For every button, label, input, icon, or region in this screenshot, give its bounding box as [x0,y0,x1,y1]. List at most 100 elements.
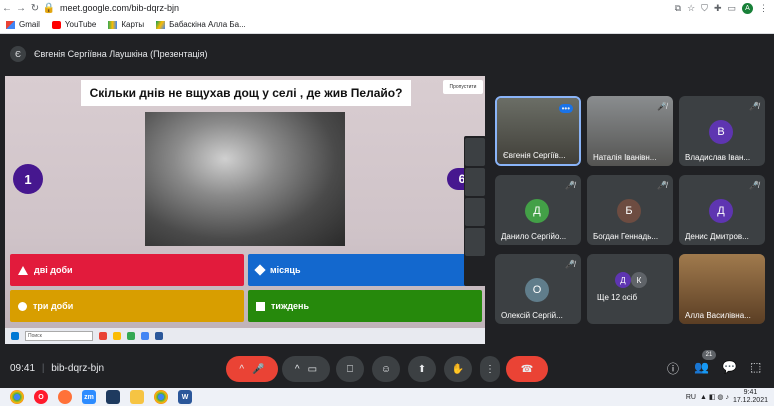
folder-icon[interactable] [130,390,144,404]
menu-kebab-icon[interactable]: ⋮ [759,3,768,14]
people-icon[interactable]: 👥 [694,360,709,374]
participant-tile[interactable]: 🎤̸ Б Богдан Геннадь... [587,175,673,245]
url-field[interactable]: meet.google.com/bib-dqrz-bjn [60,3,179,13]
bookmark-gmail[interactable]: Gmail [6,20,40,29]
chrome-icon[interactable] [10,390,24,404]
square-icon [256,301,265,311]
profile-avatar[interactable]: A [742,2,753,14]
browser-actions: ⧉ ☆ ⛉ ✚ ▭ A ⋮ [675,2,774,14]
youtube-icon [51,20,61,29]
mini-tile [465,228,485,256]
participant-name: Владислав Іван... [685,153,751,162]
participant-tile[interactable]: 🎤̸ Д Денис Дмитров... [679,175,765,245]
mic-toggle-button[interactable]: ^ 🎤 [226,356,278,382]
reload-icon[interactable]: ↻ [28,1,42,15]
chrome-icon[interactable] [154,390,168,404]
clock[interactable]: 9:41 17.12.2021 [733,389,768,405]
more-options-icon[interactable]: ••• [558,104,573,113]
firefox-icon[interactable] [58,390,72,404]
activities-icon[interactable]: ⬚ [750,360,761,374]
extension-shield-icon[interactable]: ⛉ [701,3,708,14]
participant-tile[interactable]: 🎤̸ Д Данило Сергійо... [495,175,581,245]
avatar: О [525,278,549,302]
participant-name: Євгенія Сергіїв... [503,151,566,160]
app-icon [113,332,121,340]
mini-tile [465,168,485,196]
chevron-up-icon[interactable]: ^ [239,364,244,375]
more-participants-label: Ще 12 осіб [597,293,638,302]
word-icon[interactable]: W [178,390,192,404]
bookmark-drive[interactable]: Бабаскіна Алла Ба... [156,20,246,29]
star-icon[interactable]: ☆ [687,3,695,14]
address-bar-row: ← → ↻ 🔒 meet.google.com/bib-dqrz-bjn ⧉ ☆… [0,0,774,16]
reactions-button[interactable]: ☺ [372,356,400,382]
avatar: Д [615,272,631,288]
sidepanel-icon[interactable]: ▭ [727,3,736,14]
bookmark-youtube[interactable]: YouTube [51,20,96,29]
os-taskbar: O zm W RU ▲ ◧ ◍ ♪ 9:41 17.12.2021 [0,388,774,406]
hang-up-icon: ☎ [520,363,534,375]
quiz-question: Скільки днів не вщухав дощ у селі , де ж… [81,80,411,106]
chat-icon[interactable]: 💬 [722,360,737,374]
camera-toggle-button[interactable]: ^ ▭ [282,356,330,382]
participant-name: Наталія Іванівн... [593,153,657,162]
mini-tile [465,198,485,226]
present-button[interactable]: ⬆ [408,356,436,382]
participant-tile[interactable]: 🎤̸ Наталія Іванівн... [587,96,673,166]
browser-chrome: ← → ↻ 🔒 meet.google.com/bib-dqrz-bjn ⧉ ☆… [0,0,774,34]
drive-icon [156,20,166,29]
participant-tile[interactable]: ••• Євгенія Сергіїв... [495,96,581,166]
mic-off-icon: 🎤̸ [749,181,759,190]
chevron-up-icon[interactable]: ^ [295,364,300,375]
answer-label: три доби [33,301,74,311]
answer-option-3[interactable]: три доби [10,290,244,322]
present-icon: ⬆ [417,363,427,375]
diamond-icon [254,264,266,276]
skip-button[interactable]: Пропустити [443,80,483,94]
app-icon [141,332,149,340]
more-vert-icon: ⋮ [485,363,495,375]
participant-tile[interactable]: 🎤̸ В Владислав Іван... [679,96,765,166]
more-participants-tile[interactable]: Д К Ще 12 осіб [587,254,673,324]
back-icon[interactable]: ← [0,1,14,15]
answer-label: місяць [270,265,301,275]
gmail-icon [6,20,15,29]
mic-off-icon: 🎤̸ [749,102,759,111]
shared-screen: Скільки днів не вщухав дощ у селі , де ж… [5,76,485,344]
mini-search-field: Поиск [25,331,93,341]
zoom-icon[interactable]: zm [82,390,96,404]
storm-image [145,112,345,246]
tray-icons[interactable]: ▲ ◧ ◍ ♪ [700,393,729,401]
bookmarks-bar: Gmail YouTube Карты Бабаскіна Алла Ба... [0,16,774,34]
opera-icon[interactable]: O [34,390,48,404]
mic-off-icon: 🎤̸ [565,260,575,269]
forward-icon[interactable]: → [14,1,28,15]
avatar: К [631,272,647,288]
language-indicator[interactable]: RU [686,394,696,401]
captions-button[interactable]: ⎕ [336,356,364,382]
answer-option-1[interactable]: дві доби [10,254,244,286]
bookmark-maps[interactable]: Карты [108,20,144,29]
maps-icon [108,20,118,29]
meeting-controls: 09:41 | bib-dqrz-bjn ^ 🎤 ^ ▭ ⎕ ☺ ⬆ ✋ ⋮ ☎… [0,348,774,388]
app-icon[interactable] [106,390,120,404]
participant-name: Алла Василівна... [685,311,751,320]
shared-screen-taskbar: Поиск [5,328,485,344]
participant-name: Денис Дмитров... [685,232,749,241]
info-icon[interactable]: ⓘ [667,360,679,377]
participant-tile[interactable]: Алла Василівна... [679,254,765,324]
puzzle-icon[interactable]: ✚ [714,3,722,14]
leave-call-button[interactable]: ☎ [506,356,548,382]
answer-option-2[interactable]: місяць [248,254,482,286]
answer-option-4[interactable]: тиждень [248,290,482,322]
participant-name: Богдан Геннадь... [593,232,659,241]
answer-label: тиждень [271,301,310,311]
participant-tile[interactable]: 🎤̸ О Олексій Сергій... [495,254,581,324]
more-options-button[interactable]: ⋮ [480,356,500,382]
mini-participants-strip [464,136,485,286]
mic-off-icon: 🎤̸ [657,181,667,190]
raise-hand-button[interactable]: ✋ [444,356,472,382]
circle-icon [18,301,27,311]
triangle-icon [18,265,28,275]
screenshot-icon[interactable]: ⧉ [675,3,681,14]
